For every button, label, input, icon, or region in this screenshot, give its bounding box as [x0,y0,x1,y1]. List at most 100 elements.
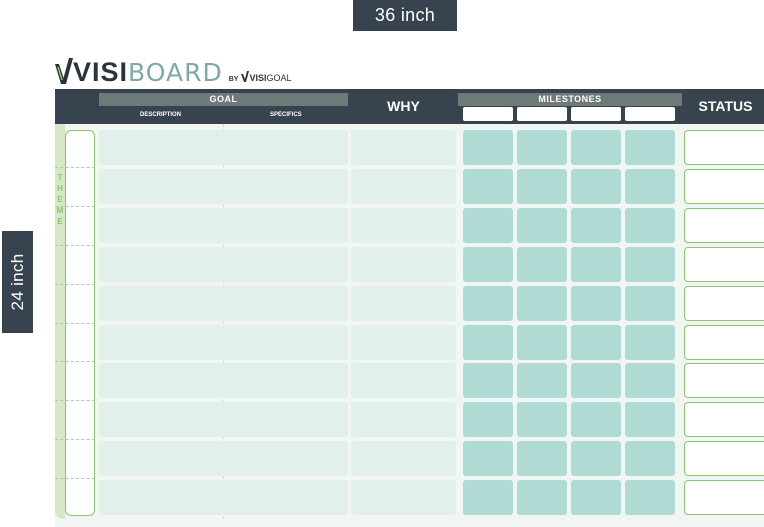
goal-cell[interactable] [99,168,348,204]
board-header: GOAL DESCRIPTION SPECIFICS WHY MILESTONE… [55,89,764,124]
milestone-cell[interactable] [625,246,675,282]
why-cell[interactable] [351,402,456,438]
why-cell[interactable] [351,130,456,165]
milestone-cell[interactable] [463,130,513,165]
milestone-cell[interactable] [625,480,675,516]
status-cell[interactable] [684,441,764,477]
height-dimension-label: 24 inch [2,231,33,333]
status-cell[interactable] [684,207,764,243]
goal-cell[interactable] [99,480,348,516]
goal-cell[interactable] [99,441,348,477]
milestone-cell[interactable] [463,168,513,204]
milestone-cell[interactable] [625,324,675,360]
why-cell[interactable] [351,285,456,321]
theme-row-divider [55,322,95,324]
milestone-cell[interactable] [625,207,675,243]
milestone-cell[interactable] [463,324,513,360]
why-cell[interactable] [351,207,456,243]
milestone-cell[interactable] [463,363,513,399]
height-dimension-text: 24 inch [7,253,27,311]
milestone-cell[interactable] [571,285,621,321]
logo-wordmark: VISI BOARD [55,58,223,86]
milestone-cell[interactable] [625,363,675,399]
status-cell[interactable] [684,402,764,438]
theme-band: THEME [55,124,65,519]
milestone-label-box[interactable] [463,107,513,121]
logo-brand-dark: VISI [73,57,129,87]
milestone-cell[interactable] [517,480,567,516]
milestone-cell[interactable] [463,402,513,438]
milestone-cell[interactable] [517,324,567,360]
milestone-cell[interactable] [517,168,567,204]
status-cell[interactable] [684,130,764,165]
theme-row-divider [55,439,95,441]
why-cell[interactable] [351,480,456,516]
status-cell[interactable] [684,168,764,204]
milestone-cell[interactable] [517,207,567,243]
logo-sub-brand-light: GOAL [266,73,292,83]
why-cell[interactable] [351,324,456,360]
goal-cell[interactable] [99,402,348,438]
goal-cell[interactable] [99,246,348,282]
width-dimension-label: 36 inch [353,0,457,31]
milestone-cell[interactable] [571,246,621,282]
milestone-cell[interactable] [625,130,675,165]
milestone-cell[interactable] [625,441,675,477]
milestone-cell[interactable] [463,441,513,477]
goal-cell[interactable] [99,130,348,165]
milestone-cell[interactable] [571,402,621,438]
milestone-cell[interactable] [571,363,621,399]
milestone-cell[interactable] [571,130,621,165]
why-cell[interactable] [351,363,456,399]
specifics-header: SPECIFICS [270,112,302,118]
milestone-cell[interactable] [463,285,513,321]
milestone-cell[interactable] [517,130,567,165]
milestone-cell[interactable] [571,441,621,477]
theme-row-divider [55,361,95,363]
why-cell[interactable] [351,441,456,477]
status-cell[interactable] [684,324,764,360]
goal-cell[interactable] [99,324,348,360]
theme-label-text: THEME [56,173,64,226]
goal-cell[interactable] [99,363,348,399]
milestone-cell[interactable] [571,168,621,204]
milestone-cell[interactable] [517,246,567,282]
why-cell[interactable] [351,168,456,204]
milestone-label-box[interactable] [517,107,567,121]
theme-row-divider [55,400,95,402]
status-header: STATUS [698,98,753,114]
logo-small-v-icon [241,71,250,82]
milestone-cell[interactable] [463,246,513,282]
milestone-cell[interactable] [625,402,675,438]
milestone-cell[interactable] [517,363,567,399]
goal-cell[interactable] [99,285,348,321]
status-cell[interactable] [684,480,764,516]
theme-row-divider [55,244,95,246]
milestone-cell[interactable] [625,285,675,321]
milestone-cell[interactable] [571,324,621,360]
milestone-cell[interactable] [463,480,513,516]
goal-cell[interactable] [99,207,348,243]
milestone-cell[interactable] [571,207,621,243]
status-cell[interactable] [684,246,764,282]
milestone-cell[interactable] [571,480,621,516]
why-header: WHY [387,98,420,114]
milestone-cell[interactable] [517,402,567,438]
visiboard-product-image: 36 inch 24 inch VISI BOARD BY VISI GOAL … [0,0,764,527]
milestone-cell[interactable] [625,168,675,204]
milestone-label-box[interactable] [571,107,621,121]
milestone-cell[interactable] [517,285,567,321]
logo-sub-brand-dark: VISI [249,73,267,83]
status-cell[interactable] [684,363,764,399]
milestone-cell[interactable] [463,207,513,243]
theme-row-divider [55,283,95,285]
milestone-label-box[interactable] [625,107,675,121]
goal-board: GOAL DESCRIPTION SPECIFICS WHY MILESTONE… [55,89,764,527]
milestone-cell[interactable] [517,441,567,477]
status-cell[interactable] [684,285,764,321]
why-cell[interactable] [351,246,456,282]
logo-brand-light: BOARD [128,58,223,87]
theme-label: THEME [55,172,65,227]
logo-byline: BY VISI GOAL [229,71,292,83]
logo-v-icon [55,58,73,84]
